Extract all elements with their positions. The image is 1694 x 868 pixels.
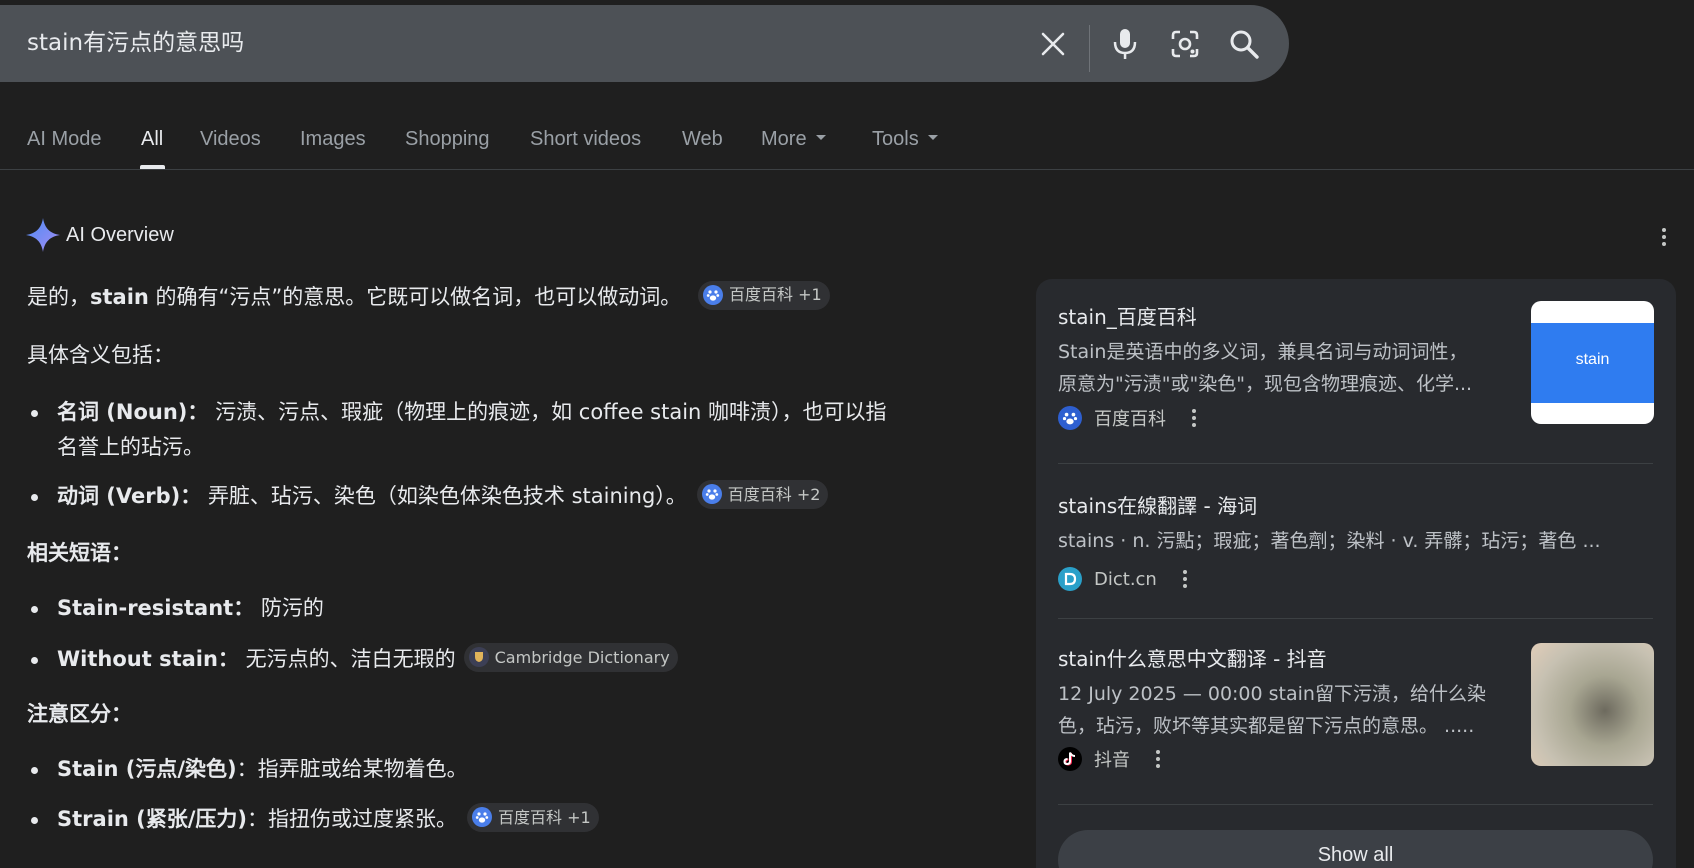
more-vert-icon[interactable] [1186,407,1202,429]
phrase-term: Without stain： [57,647,239,671]
chip-label: Cambridge Dictionary [494,647,670,667]
source-snippet: Stain是英语中的多义词，兼具名词与动词词性， 原意为"污渍"或"染色"，现包含… [1058,336,1513,400]
source-title[interactable]: stains在線翻譯 - 海词 [1058,490,1257,519]
noun-definition-cont: 名誉上的玷污。 [57,435,204,459]
tab-tools[interactable]: Tools [872,128,938,151]
tab-images[interactable]: Images [300,128,366,151]
chip-label: 百度百科 +1 [498,807,591,827]
baidu-paw-icon [701,484,722,504]
source-name: Dict.cn [1094,568,1157,590]
meanings-heading: 具体含义包括： [27,343,174,367]
source-chip-baidu[interactable]: 百度百科 +2 [696,479,829,509]
chip-label: 百度百科 +2 [727,484,821,504]
search-bar[interactable] [0,5,1289,82]
divider [1058,618,1653,619]
ai-overview-label: AI Overview [66,223,174,246]
tab-more-label: More [761,128,807,150]
show-all-button[interactable]: Show all [1058,830,1653,868]
tab-short-videos[interactable]: Short videos [530,128,641,151]
source-attribution: 百度百科 [1058,405,1202,431]
douyin-logo-icon [1058,747,1082,771]
divider [1058,804,1653,805]
source-name: 抖音 [1094,750,1130,771]
baidu-paw-icon [702,285,723,305]
chip-label: 百度百科 +1 [728,285,822,304]
snippet-line: 12 July 2025 — 00:00 stain留下污渍，给什么染 [1058,683,1486,705]
more-vert-icon[interactable] [1150,748,1166,770]
ai-overview-header: AI Overview [26,218,174,252]
intro-paragraph: 是的，stain 的确有“污点”的意思。它既可以做名词，也可以做动词。 百度百科… [27,280,830,314]
distinguish-definition: ：指弄脏或给某物着色。 [236,757,468,781]
search-bar-divider [1089,25,1090,72]
source-card-douyin[interactable]: stain什么意思中文翻译 - 抖音 12 July 2025 — 00:00 … [1058,643,1654,783]
sparkle-icon [26,218,60,252]
search-tabs: AI Mode All Videos Images Shopping Short… [0,120,1694,170]
source-attribution: 抖音 [1058,746,1166,772]
verb-definition: 弄脏、玷污、染色（如染色体染色技术 staining）。 [207,484,687,508]
lens-icon[interactable] [1168,27,1202,61]
baidu-paw-icon [1058,406,1082,430]
close-icon[interactable] [1036,27,1070,61]
tab-more[interactable]: More [761,128,826,151]
distinguish-term: Stain (污点/染色) [57,757,237,781]
verb-term: 动词 (Verb)： [57,484,202,508]
tab-shopping[interactable]: Shopping [405,128,490,151]
caret-down-icon [815,135,826,141]
source-name: 百度百科 [1094,409,1166,430]
source-snippet: 12 July 2025 — 00:00 stain留下污渍，给什么染 色，玷污，… [1058,678,1513,742]
source-card-baidu[interactable]: stain_百度百科 Stain是英语中的多义词，兼具名词与动词词性， 原意为"污… [1058,301,1654,431]
mic-icon[interactable] [1108,27,1142,61]
active-tab-indicator [140,165,165,169]
phrases-heading: 相关短语： [27,541,132,565]
tab-tools-label: Tools [872,128,919,150]
ai-overview-more-icon[interactable] [1654,224,1674,250]
source-chip-cambridge[interactable]: Cambridge Dictionary [463,642,678,672]
source-chip-baidu[interactable]: 百度百科 +1 [467,802,599,832]
tab-web[interactable]: Web [682,128,723,151]
search-icon[interactable] [1227,27,1261,61]
source-snippet: stains · n. 污點；瑕疵；著色劑；染料 · v. 弄髒；玷污；著色 .… [1058,530,1601,552]
snippet-line: 原意为"污渍"或"染色"，现包含物理痕迹、化学... [1058,373,1473,395]
snippet-line: 色，玷污，败坏等其实都是留下污点的意思。 ..... [1058,715,1475,737]
tab-ai-mode[interactable]: AI Mode [27,128,101,151]
tab-all[interactable]: All [141,128,163,151]
intro-text-rest: 的确有“污点”的意思。它既可以做名词，也可以做动词。 [148,285,682,309]
baidu-paw-icon [472,807,493,827]
source-title[interactable]: stain什么意思中文翻译 - 抖音 [1058,643,1327,672]
dictcn-logo-icon [1058,567,1082,591]
distinguish-definition: ：指扭伤或过度紧张。 [247,807,458,831]
intro-text: 是的， [27,285,90,309]
noun-definition: 污渍、污点、瑕疵（物理上的痕迹，如 coffee stain 咖啡渍），也可以指 [215,400,887,424]
divider [1058,463,1653,464]
source-attribution: Dict.cn [1058,567,1193,591]
snippet-line: Stain是英语中的多义词，兼具名词与动词词性， [1058,341,1468,363]
source-title[interactable]: stain_百度百科 [1058,301,1197,330]
intro-bold: stain [90,285,149,309]
source-thumbnail[interactable] [1531,643,1654,766]
cambridge-shield-icon [468,647,489,667]
noun-term: 名词 (Noun)： [57,400,209,424]
search-input[interactable] [27,27,987,53]
more-vert-icon[interactable] [1177,568,1193,590]
distinguish-term: Strain (紧张/压力) [57,807,248,831]
phrase-definition: 无污点的、洁白无瑕的 [245,647,456,671]
source-card-dictcn[interactable]: stains在線翻譯 - 海词 stains · n. 污點；瑕疵；著色劑；染料… [1058,490,1653,591]
phrase-term: Stain-resistant： [57,596,255,620]
caret-down-icon [927,135,938,141]
source-thumbnail[interactable]: stain [1531,301,1654,424]
source-chip-baidu[interactable]: 百度百科 +1 [697,280,830,310]
distinguish-heading: 注意区分： [27,702,132,726]
tab-videos[interactable]: Videos [200,128,261,151]
thumbnail-text: stain [1575,351,1610,368]
sources-panel: stain_百度百科 Stain是英语中的多义词，兼具名词与动词词性， 原意为"污… [1036,279,1676,868]
phrase-definition: 防污的 [260,596,324,620]
